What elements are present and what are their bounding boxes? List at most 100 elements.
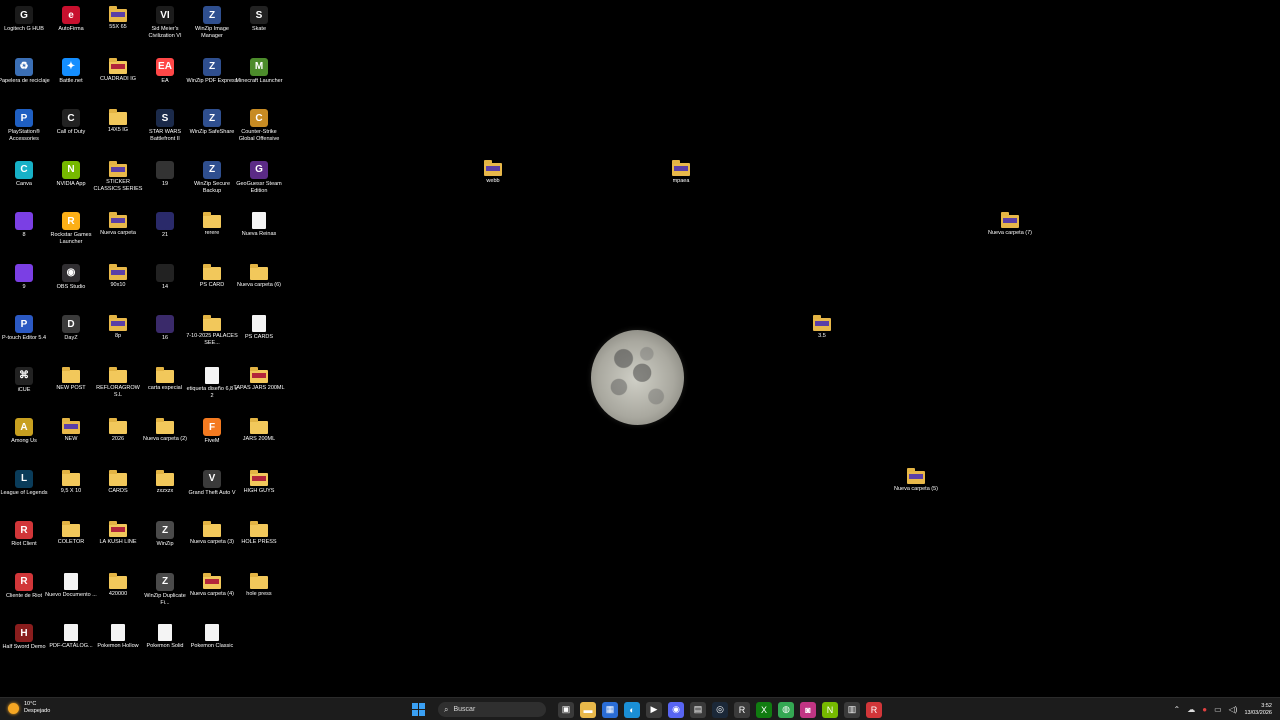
desktop-icon[interactable]: Z WinZip SafeShare — [188, 105, 236, 136]
desktop-icon[interactable]: Nueva Reinas — [235, 208, 283, 238]
desktop-icon[interactable]: 14X5 IG — [94, 105, 142, 134]
desktop-icon[interactable]: Nueva carpeta (6) — [235, 260, 283, 289]
desktop-icon[interactable]: webb — [469, 156, 517, 185]
desktop-icon[interactable]: TAPAS JARS 200ML — [233, 363, 285, 392]
desktop-icon[interactable]: CARDS — [94, 466, 142, 495]
desktop-icon[interactable]: REFLORAGROW S.L — [94, 363, 142, 399]
desktop-icon[interactable]: ♻ Papelera de reciclaje — [0, 54, 50, 85]
desktop-icon[interactable]: ✦ Battle.net — [47, 54, 95, 85]
desktop-icon[interactable]: ⌘ iCUE — [0, 363, 48, 394]
desktop-icon[interactable]: 16 — [141, 311, 189, 342]
desktop-icon[interactable]: Nueva carpeta (5) — [892, 464, 940, 493]
desktop-icon[interactable]: F FiveM — [188, 414, 236, 445]
desktop-icon[interactable]: 2026 — [94, 414, 142, 443]
desktop-icon[interactable]: Z WinZip Secure Backup — [188, 157, 236, 195]
desktop-icon[interactable]: Pokemon Classic — [188, 620, 236, 650]
desktop-icon[interactable]: 90x10 — [94, 260, 142, 289]
desktop-icon[interactable]: hole press — [235, 569, 283, 598]
search-box[interactable]: ⌕ Buscar — [438, 702, 546, 717]
desktop-icon[interactable]: EA EA — [141, 54, 189, 85]
desktop-icon[interactable]: 8 — [0, 208, 48, 239]
chevron-up-icon[interactable]: ⌃ — [1174, 705, 1181, 714]
desktop-icon[interactable]: 7-10-2025 PALACES SEE... — [186, 311, 238, 347]
desktop-icon[interactable]: mpaea — [657, 156, 705, 185]
desktop-icon[interactable]: H Half Sword Demo — [0, 620, 48, 651]
desktop-icon[interactable]: e AutoFirma — [47, 2, 95, 33]
clock[interactable]: 3:52 13/03/2026 — [1244, 703, 1272, 717]
desktop-icon[interactable]: 21 — [141, 208, 189, 239]
apps-taskbar-icon[interactable]: ▥ — [844, 701, 860, 718]
desktop-icon[interactable]: carta especial — [141, 363, 189, 392]
cloud-icon[interactable]: ☁ — [1187, 705, 1195, 714]
desktop-icon[interactable]: 55X 65 — [94, 2, 142, 31]
desktop-icon[interactable]: Z WinZip PDF Express — [186, 54, 238, 85]
desktop-icon[interactable]: zxzxzx — [141, 466, 189, 495]
display-icon[interactable]: ▭ — [1214, 705, 1222, 714]
desktop-icon[interactable]: P PlayStation® Accessories — [0, 105, 48, 143]
discord-taskbar-icon[interactable]: ◉ — [668, 701, 684, 718]
instagram-taskbar-icon[interactable]: ◙ — [800, 701, 816, 718]
desktop-icon[interactable]: LA KUSH LINE — [94, 517, 142, 546]
security-icon[interactable]: ● — [1202, 705, 1207, 714]
desktop-icon[interactable]: A Among Us — [0, 414, 48, 445]
desktop-icon[interactable]: G Logitech G HUB — [0, 2, 48, 33]
desktop-icon[interactable]: M Minecraft Launcher — [235, 54, 283, 85]
desktop-icon[interactable]: Nueva carpeta — [94, 208, 142, 237]
desktop-icon[interactable]: etiqueta diseño 6,8 x 2 — [187, 363, 237, 400]
task-view-taskbar-icon[interactable]: ▣ — [558, 701, 574, 718]
desktop-icon[interactable]: Z WinZip Duplicate Fi... — [141, 569, 189, 607]
desktop-icon[interactable]: 3.5 — [798, 311, 846, 340]
weather-widget[interactable]: 10°C Despejado — [8, 701, 50, 715]
desktop-icon[interactable]: Nueva carpeta (4) — [188, 569, 236, 598]
desktop-icon[interactable]: R Riot Client — [0, 517, 48, 548]
chrome-taskbar-icon[interactable]: ◍ — [778, 701, 794, 718]
desktop-icon[interactable]: COLETOR — [47, 517, 95, 546]
desktop-icon[interactable]: HIGH GUYS — [235, 466, 283, 495]
desktop-icon[interactable]: 9,5 X 10 — [47, 466, 95, 495]
desktop-icon[interactable]: Z WinZip — [141, 517, 189, 548]
rockstar-taskbar-icon[interactable]: R — [734, 701, 750, 718]
desktop-icon[interactable]: Nueva carpeta (3) — [188, 517, 236, 546]
desktop-icon[interactable]: rerere — [188, 208, 236, 237]
desktop-icon[interactable]: C Counter-Strike Global Offensive — [235, 105, 283, 143]
media-taskbar-icon[interactable]: ▶ — [646, 701, 662, 718]
edge-taskbar-icon[interactable]: ◐ — [624, 701, 640, 718]
desktop-icon[interactable]: 420000 — [94, 569, 142, 598]
desktop-icon[interactable]: JARS 200ML — [235, 414, 283, 443]
desktop-icon[interactable]: 14 — [141, 260, 189, 291]
store-taskbar-icon[interactable]: ▦ — [602, 701, 618, 718]
desktop-icon[interactable]: VI Sid Meier's Civilization VI — [141, 2, 189, 40]
desktop-icon[interactable]: Nuevo Documento ... — [45, 569, 97, 599]
desktop-icon[interactable]: 9 — [0, 260, 48, 291]
volume-icon[interactable]: ◁) — [1229, 705, 1238, 714]
desktop-icon[interactable]: PDF-CATÁLOG... — [47, 620, 95, 650]
desktop-icon[interactable]: HOLE PRESS — [235, 517, 283, 546]
desktop-icon[interactable]: 8p — [94, 311, 142, 340]
desktop-icon[interactable]: L League of Legends — [0, 466, 48, 497]
desktop-icon[interactable]: C Canva — [0, 157, 48, 188]
desktop-icon[interactable]: R Cliente de Riot — [0, 569, 48, 600]
calculator-taskbar-icon[interactable]: ▤ — [690, 701, 706, 718]
file-explorer-taskbar-icon[interactable]: ▬ — [580, 701, 596, 718]
desktop-icon[interactable]: Z WinZip Image Manager — [188, 2, 236, 40]
desktop-icon[interactable]: N NVIDIA App — [47, 157, 95, 188]
desktop-icon[interactable]: Nueva carpeta (2) — [141, 414, 189, 443]
desktop-icon[interactable]: PS CARDS — [235, 311, 283, 341]
desktop-icon[interactable]: S STAR WARS Battlefront II — [141, 105, 189, 143]
desktop-icon[interactable]: P P-touch Editor 5.4 — [0, 311, 48, 342]
riot-taskbar-icon[interactable]: R — [866, 701, 882, 718]
desktop-icon[interactable]: Nueva carpeta (7) — [986, 208, 1034, 237]
desktop-icon[interactable]: 19 — [141, 157, 189, 188]
desktop-icon[interactable]: Pokemon Solid — [141, 620, 189, 650]
desktop-icon[interactable]: STICKER CLASSICS SERIES — [94, 157, 142, 193]
desktop-icon[interactable]: G GeoGuessr Steam Edition — [235, 157, 283, 195]
start-button[interactable] — [410, 702, 426, 718]
desktop-icon[interactable]: R Rockstar Games Launcher — [47, 208, 95, 246]
desktop-icon[interactable]: PS CARD — [188, 260, 236, 289]
desktop-icon[interactable]: C Call of Duty — [47, 105, 95, 136]
desktop-icon[interactable]: V Grand Theft Auto V — [188, 466, 236, 497]
desktop-icon[interactable]: S Skate — [235, 2, 283, 33]
xbox-taskbar-icon[interactable]: X — [756, 701, 772, 718]
desktop-icon[interactable]: Pokemon Hollow — [94, 620, 142, 650]
steam-taskbar-icon[interactable]: ◎ — [712, 701, 728, 718]
